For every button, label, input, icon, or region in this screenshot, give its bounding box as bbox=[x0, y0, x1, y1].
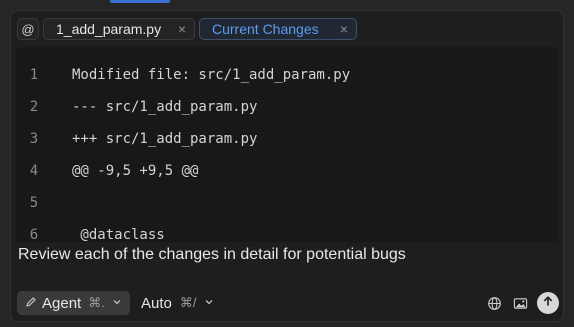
image-icon[interactable] bbox=[511, 294, 529, 312]
input-actions bbox=[485, 291, 559, 315]
agent-mode-selector[interactable]: Agent ⌘. bbox=[17, 291, 130, 315]
line-text: Modified file: src/1_add_param.py bbox=[72, 67, 351, 83]
input-toolbar: Agent ⌘. Auto ⌘/ bbox=[17, 291, 559, 315]
code-line: 1 Modified file: src/1_add_param.py bbox=[16, 59, 558, 91]
top-accent-bar bbox=[110, 0, 170, 3]
prompt-text: Review each of the changes in detail for… bbox=[18, 246, 406, 263]
code-line: 2 --- src/1_add_param.py bbox=[16, 91, 558, 123]
close-icon[interactable]: × bbox=[178, 22, 186, 36]
code-line: 6 @dataclass bbox=[16, 219, 558, 242]
model-selector[interactable]: Auto ⌘/ bbox=[141, 291, 214, 315]
line-number: 5 bbox=[29, 195, 39, 211]
prompt-input[interactable]: Review each of the changes in detail for… bbox=[18, 246, 406, 264]
context-tabs: @ 1_add_param.py × Current Changes × bbox=[17, 17, 357, 41]
code-preview[interactable]: 1 Modified file: src/1_add_param.py 2 --… bbox=[16, 47, 558, 242]
send-button[interactable] bbox=[537, 292, 559, 314]
agent-shortcut: ⌘. bbox=[88, 295, 105, 310]
add-context-button[interactable]: @ bbox=[17, 18, 39, 40]
model-label: Auto bbox=[141, 294, 172, 312]
line-number: 6 bbox=[29, 227, 39, 242]
chat-window: @ 1_add_param.py × Current Changes × 1 M… bbox=[0, 0, 574, 327]
code-line: 4 @@ -9,5 +9,5 @@ bbox=[16, 155, 558, 187]
tab-changes-label: Current Changes bbox=[212, 21, 319, 37]
line-text: @dataclass bbox=[72, 227, 165, 242]
line-text: @@ -9,5 +9,5 @@ bbox=[72, 163, 199, 179]
close-icon[interactable]: × bbox=[340, 22, 348, 36]
arrow-up-icon bbox=[542, 294, 554, 312]
line-number: 1 bbox=[29, 67, 39, 83]
globe-icon[interactable] bbox=[485, 294, 503, 312]
line-number: 4 bbox=[29, 163, 39, 179]
tab-current-changes[interactable]: Current Changes × bbox=[199, 18, 357, 40]
line-text: +++ src/1_add_param.py bbox=[72, 131, 258, 147]
tab-file[interactable]: 1_add_param.py × bbox=[43, 18, 195, 40]
chat-input-panel: @ 1_add_param.py × Current Changes × 1 M… bbox=[10, 10, 564, 322]
chevron-down-icon bbox=[204, 297, 214, 310]
agent-label: Agent bbox=[42, 294, 82, 312]
pencil-icon bbox=[25, 295, 37, 312]
code-line: 3 +++ src/1_add_param.py bbox=[16, 123, 558, 155]
line-number: 2 bbox=[29, 99, 39, 115]
line-text: --- src/1_add_param.py bbox=[72, 99, 258, 115]
line-number: 3 bbox=[29, 131, 39, 147]
code-line: 5 bbox=[16, 187, 558, 219]
at-symbol: @ bbox=[21, 21, 35, 37]
chevron-down-icon bbox=[112, 297, 122, 310]
tab-file-label: 1_add_param.py bbox=[56, 21, 162, 37]
model-shortcut: ⌘/ bbox=[179, 295, 197, 310]
